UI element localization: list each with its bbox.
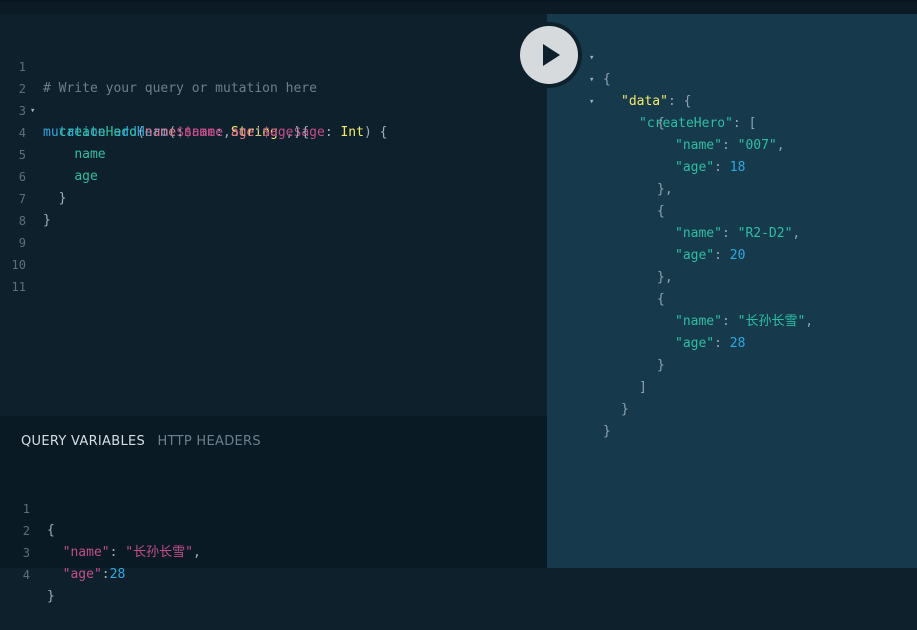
- editor-line: 4 name: [0, 100, 547, 162]
- result-line: {: [657, 292, 665, 307]
- variables-line: 1 {: [0, 476, 547, 538]
- result-line: ▾ {: [547, 25, 917, 87]
- variables-line: 2 "name": "长孙长雪",: [0, 498, 547, 560]
- line-number: 11: [11, 280, 26, 294]
- result-panel: ▾ { ▾ "data": { ▾ "createHero": [ { "nam…: [547, 14, 917, 568]
- variables-editor[interactable]: 1 { 2 "name": "长孙长雪", 3 "age":28 4 }: [0, 476, 547, 604]
- editor-line: 5 age: [0, 122, 547, 184]
- result-line: {: [657, 204, 665, 219]
- var-age-key: "age": [62, 567, 102, 582]
- result-line: "name": "R2-D2",: [675, 226, 801, 241]
- editor-line: 3 createHero(name:$name,age:$age){: [0, 78, 547, 140]
- result-json: ▾ { ▾ "data": { ▾ "createHero": [ { "nam…: [547, 25, 917, 439]
- var-age-value: 28: [109, 567, 126, 582]
- variables-line: 4 }: [0, 542, 547, 604]
- tab-query-variables[interactable]: QUERY VARIABLES: [21, 434, 145, 449]
- editor-line: 7 }: [0, 166, 547, 228]
- editor-line: 6 }: [0, 144, 547, 206]
- line-number: 4: [22, 568, 30, 582]
- editor-line: 11: [0, 254, 547, 294]
- result-line: "age": 18: [675, 160, 746, 175]
- result-line: }: [621, 402, 629, 417]
- query-editor[interactable]: 1 # Write your query or mutation here 2 …: [0, 14, 547, 416]
- editor-line: 2 ▾ mutation addHero($name: String ,$age…: [0, 56, 547, 140]
- result-line: ▾ "createHero": [: [547, 69, 917, 131]
- tab-http-headers[interactable]: HTTP HEADERS: [158, 434, 261, 449]
- query-code[interactable]: 1 # Write your query or mutation here 2 …: [0, 34, 547, 294]
- result-line: "name": "长孙长雪",: [675, 314, 814, 329]
- editor-line: 8: [0, 188, 547, 228]
- close-brace: }: [47, 589, 55, 604]
- editor-line: 1 # Write your query or mutation here: [0, 34, 547, 96]
- run-button[interactable]: [516, 22, 582, 88]
- editor-line: 10: [0, 232, 547, 272]
- result-line: "age": 28: [675, 336, 746, 351]
- result-line: ▾ "data": {: [547, 47, 917, 109]
- top-bar: [0, 0, 917, 14]
- variables-panel: QUERY VARIABLES HTTP HEADERS 1 { 2 "name…: [0, 416, 547, 604]
- result-line: },: [657, 270, 673, 285]
- editor-line: 9: [0, 210, 547, 250]
- top-divider: [0, 0, 917, 2]
- variables-line: 3 "age":28: [0, 520, 547, 582]
- result-line: {: [657, 116, 665, 131]
- result-line: "age": 20: [675, 248, 746, 263]
- variables-tabs: QUERY VARIABLES HTTP HEADERS: [21, 434, 269, 449]
- result-line: },: [657, 182, 673, 197]
- result-line: "name": "007",: [675, 138, 785, 153]
- result-line: }: [603, 424, 611, 439]
- result-line: ]: [639, 380, 647, 395]
- result-line: }: [657, 358, 665, 373]
- play-icon: [543, 44, 560, 66]
